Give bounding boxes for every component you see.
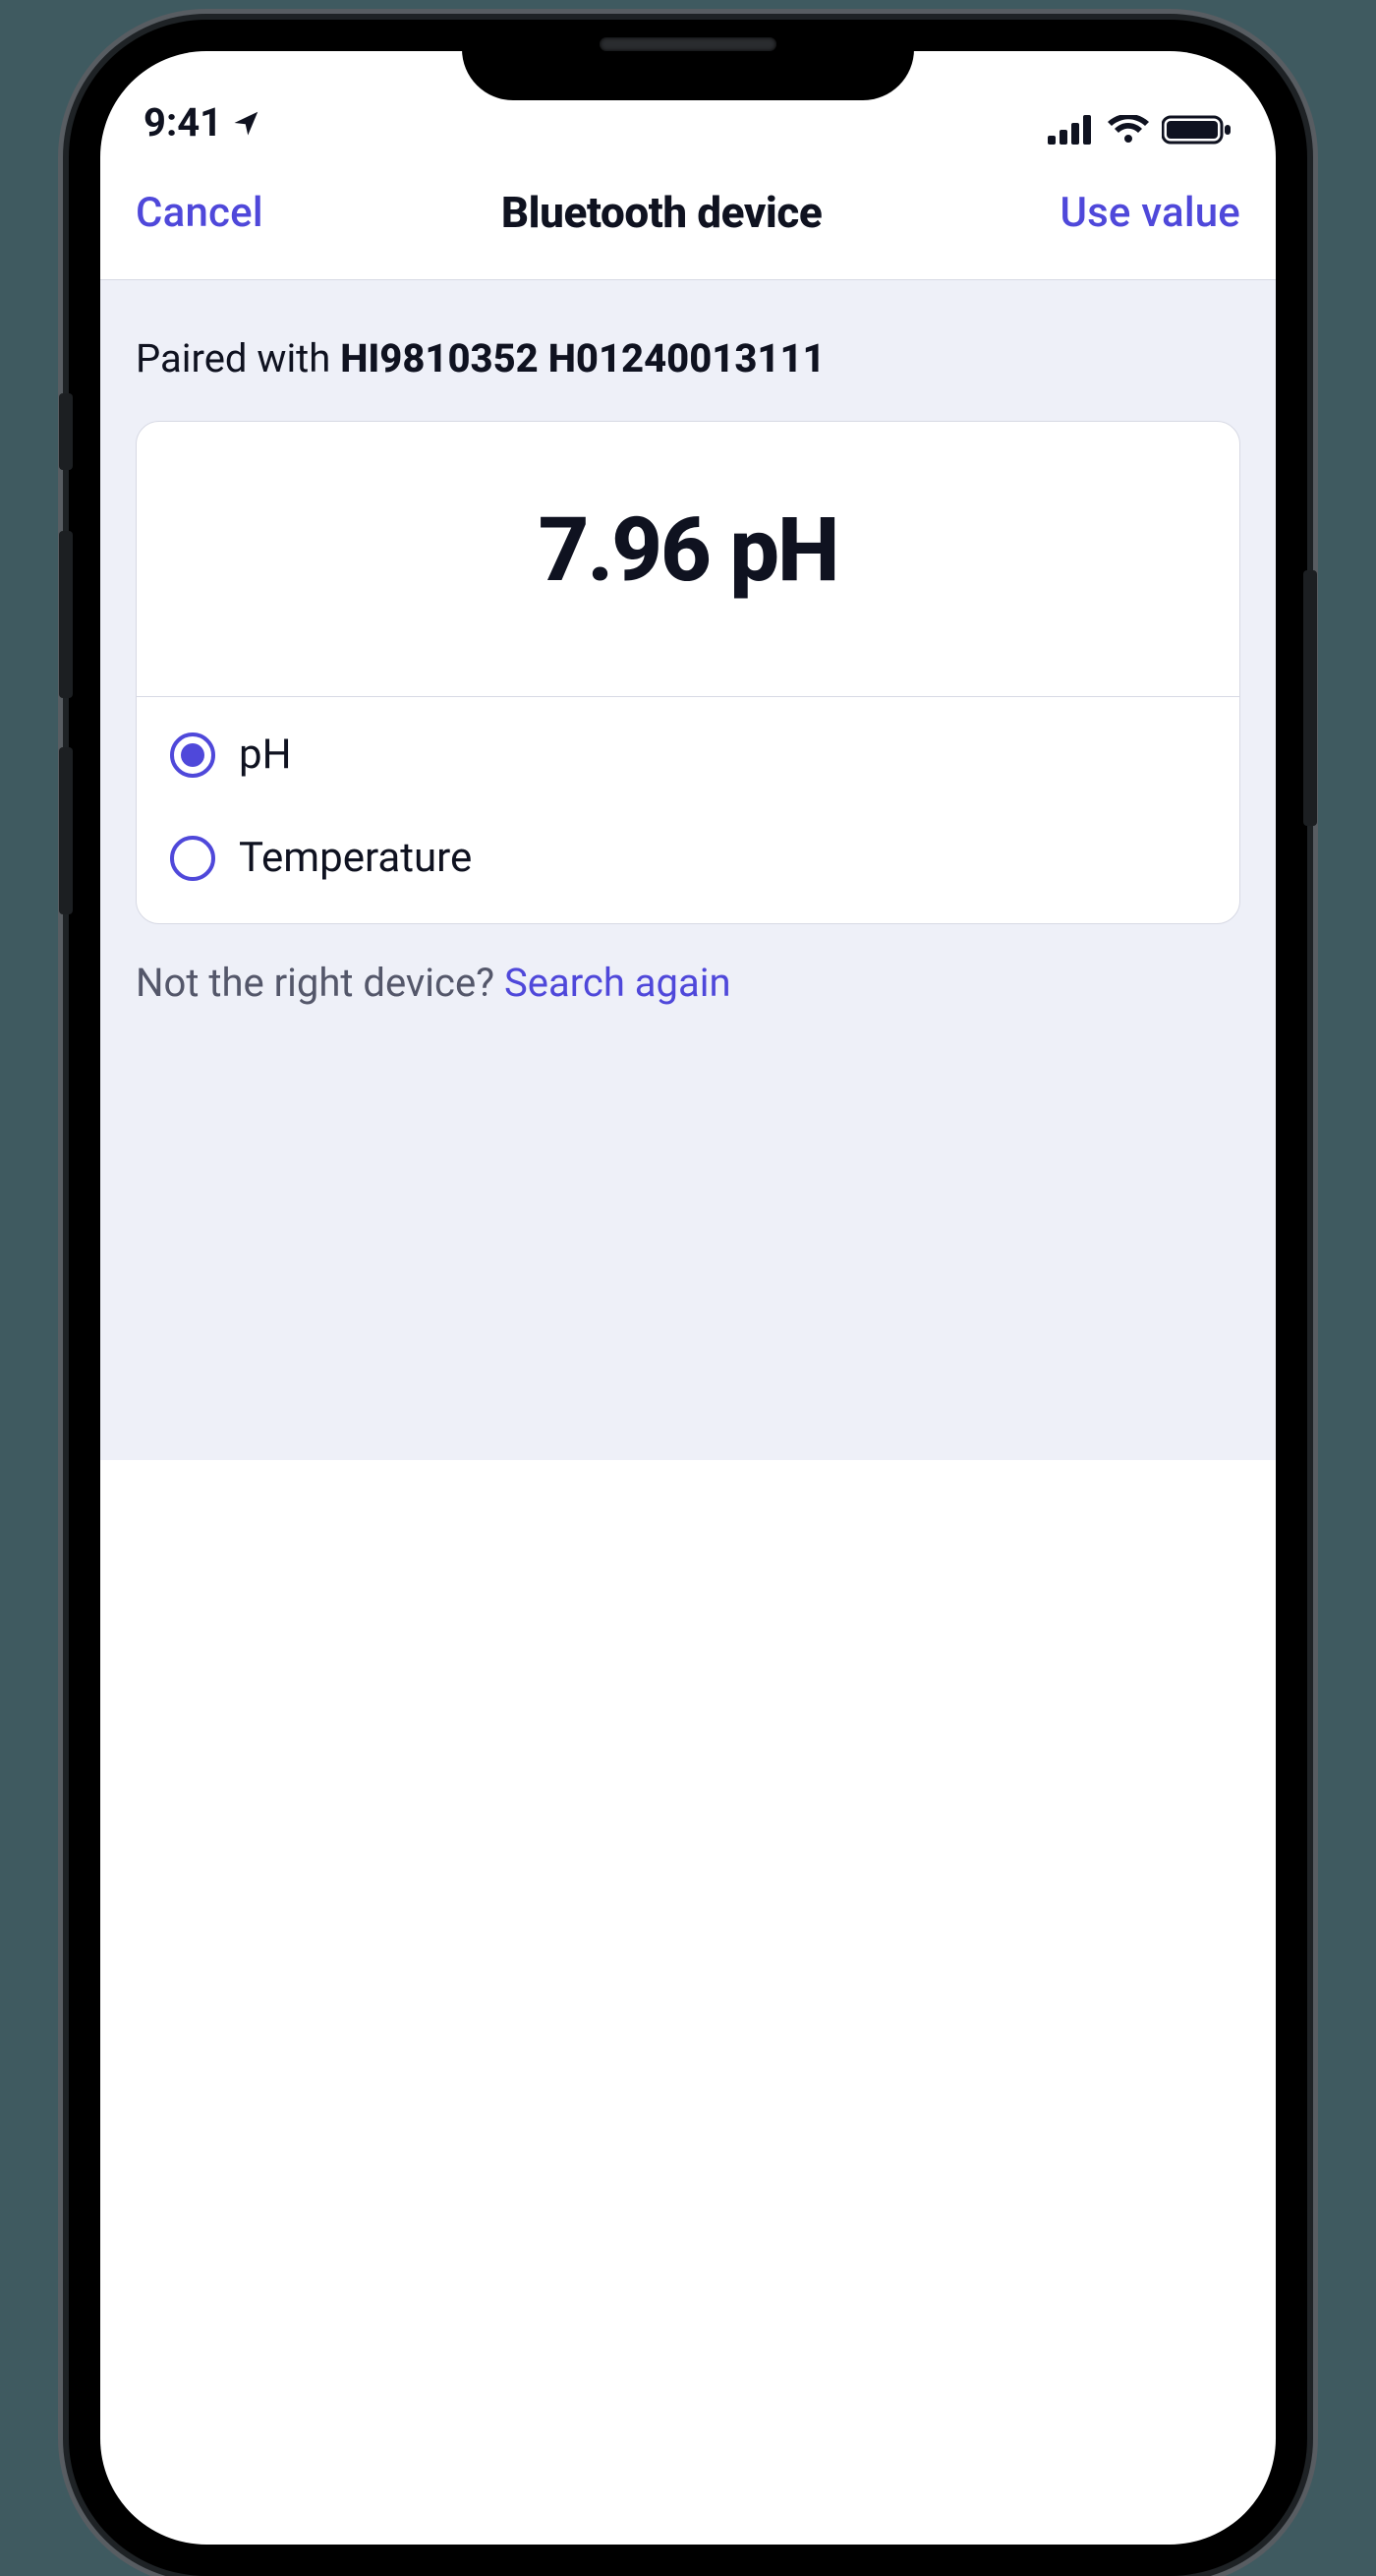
device-notch xyxy=(462,20,914,100)
footer-text: Not the right device? xyxy=(136,960,504,1006)
navbar: Cancel Bluetooth device Use value xyxy=(100,149,1276,280)
screen: 9:41 xyxy=(100,51,1276,2545)
radio-icon xyxy=(170,836,215,881)
mute-switch[interactable] xyxy=(59,393,73,470)
radio-icon xyxy=(170,732,215,778)
battery-icon xyxy=(1162,114,1233,146)
reading-value: 7.96 pH xyxy=(539,498,838,602)
option-temperature[interactable]: Temperature xyxy=(164,820,1212,896)
wifi-icon xyxy=(1107,115,1150,145)
volume-down-button[interactable] xyxy=(59,747,73,914)
paired-status: Paired with HI9810352 H01240013111 xyxy=(136,335,1240,381)
volume-up-button[interactable] xyxy=(59,531,73,698)
search-again-link[interactable]: Search again xyxy=(504,960,731,1006)
page-title: Bluetooth device xyxy=(501,187,823,238)
content-panel: Paired with HI9810352 H01240013111 7.96 … xyxy=(100,280,1276,1460)
status-time: 9:41 xyxy=(143,99,261,146)
earpiece-speaker xyxy=(600,37,776,51)
paired-device-id: HI9810352 H01240013111 xyxy=(340,335,825,381)
reading-card: 7.96 pH pH Temperature xyxy=(136,421,1240,924)
option-ph[interactable]: pH xyxy=(164,717,1212,792)
cancel-button[interactable]: Cancel xyxy=(136,189,263,237)
option-label: pH xyxy=(239,731,292,779)
option-label: Temperature xyxy=(239,834,472,882)
power-button[interactable] xyxy=(1303,570,1317,826)
clock-label: 9:41 xyxy=(143,99,222,146)
phone-frame: 9:41 xyxy=(69,20,1307,2576)
reading-display: 7.96 pH xyxy=(137,422,1239,697)
cellular-signal-icon xyxy=(1048,115,1095,145)
location-arrow-icon xyxy=(232,108,261,138)
footer-prompt: Not the right device? Search again xyxy=(136,960,1240,1006)
paired-prefix: Paired with xyxy=(136,335,340,381)
measurement-options: pH Temperature xyxy=(137,697,1239,923)
use-value-button[interactable]: Use value xyxy=(1060,189,1240,237)
